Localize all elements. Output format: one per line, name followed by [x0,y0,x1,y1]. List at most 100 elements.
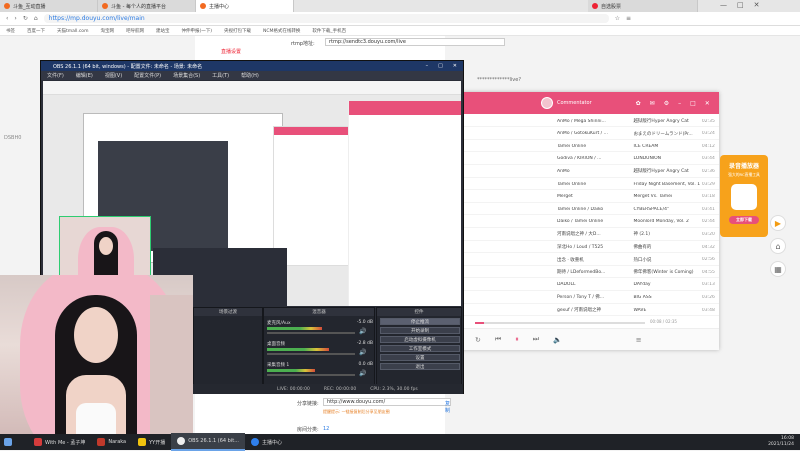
progress-track[interactable] [475,322,645,324]
volume-icon[interactable]: 🔈 [553,336,562,344]
track-row[interactable]: Person / Tony T / 佛... BIG ASS 03:26 [445,292,719,304]
next-icon[interactable]: ⏭ [533,335,539,344]
live-settings-link[interactable]: 直播设置 [221,48,241,55]
track-row[interactable]: 河南说唱之神 / 大D... 神 (2.1) 03:20 [445,229,719,241]
menu-icon[interactable]: ≡ [626,15,631,22]
speaker-icon[interactable]: 🔊 [359,328,366,335]
browser-tab-1[interactable]: 斗鱼_互动直播 [0,0,98,12]
menu-view[interactable]: 视图(V) [105,72,122,79]
side-code: DSBH0 [4,135,22,141]
track-row[interactable]: Tamei Online / Daiko CYBERSPACE/4" 03:41 [445,204,719,216]
track-row[interactable]: gexuf / 河南说唱之神 WAVE 03:48 [445,305,719,317]
track-row[interactable]: Tamei Online ICE CREAM 04:12 [445,141,719,153]
back-icon[interactable]: ‹ [6,15,8,22]
track-time: 03:20 [701,231,715,237]
track-artist: Tamei Online / Daiko [557,206,604,212]
settings-button[interactable]: 设置 [380,354,460,361]
bookmark-item[interactable]: 百度一下 [27,28,45,34]
refresh-icon[interactable]: ↻ [23,15,28,22]
url-input[interactable]: https://mp.douyu.com/live/main [43,14,609,23]
speaker-icon[interactable]: 🔊 [359,370,366,377]
track-row[interactable]: AnMo / GotokuKurt / ... おまえのドリームランド(Pr...… [445,129,719,140]
home-side-icon[interactable]: ⌂ [770,238,786,254]
track-row[interactable]: AnMo 越狱版行Hyper Angry Cat 02:36 [445,166,719,178]
track-row[interactable]: 出念 · 收重机 热口小说 02:56 [445,255,719,266]
maximize-icon[interactable]: □ [737,1,744,9]
ad-download-button[interactable]: 立即下载 [729,216,759,224]
minimize-icon[interactable]: — [720,1,727,9]
bookmark-item[interactable]: 天猫tmall.com [57,28,88,34]
bookmark-item[interactable]: 吧导航网 [126,28,144,34]
background-wall [150,295,193,450]
channel-level-meter [267,369,316,372]
system-clock[interactable]: 16:08 2021/11/24 [768,436,794,448]
copy-link[interactable]: 复制 [445,400,450,414]
star-icon[interactable]: ☆ [615,15,620,22]
settings-icon[interactable]: ⚙ [664,100,669,107]
maximize-icon[interactable]: □ [438,63,443,69]
close-icon[interactable]: ✕ [453,63,457,69]
menu-file[interactable]: 文件(F) [47,72,64,79]
menu-scene-collection[interactable]: 场景集合(S) [173,72,200,79]
channel-volume-slider[interactable] [267,374,355,376]
track-row[interactable]: Daiko / Tamei Online Moonlord Monday, Vol… [445,217,719,228]
home-icon[interactable]: ⌂ [34,15,38,22]
share-input[interactable]: http://www.douyu.com/ [323,398,451,406]
taskbar-item-naraka[interactable]: Naraka [91,434,132,450]
taskbar-item-music[interactable]: With Me - 孟子坤 [28,434,91,450]
minimize-icon[interactable]: – [426,63,429,69]
track-row[interactable]: Godiva / KIRION / ... LONDUNION 03:44 [445,154,719,165]
track-artist: 河南说唱之神 / 大D... [557,232,601,238]
app-side-icon[interactable]: ▦ [770,261,786,277]
bookmark-item[interactable]: 书签 [6,28,15,34]
track-row[interactable]: 期待 / LDeformedBo... 佛年佛客(Winter is Coming… [445,267,719,279]
bookmark-item[interactable]: 软件下载_手机百 [312,28,346,34]
exit-button[interactable]: 退出 [380,363,460,370]
obs-preview[interactable] [43,81,461,306]
menu-tools[interactable]: 工具(T) [212,72,229,79]
bookmark-item[interactable]: 淘宝网 [100,28,114,34]
skin-icon[interactable]: ✿ [636,100,641,107]
browser-tab-2[interactable]: 斗鱼 - 每个人的直播平台 [98,0,196,12]
menu-edit[interactable]: 编辑(E) [76,72,93,79]
close-icon[interactable]: ✕ [705,100,710,107]
maximize-icon[interactable]: □ [690,100,696,107]
channel-volume-slider[interactable] [267,332,355,334]
virtual-camera-button[interactable]: 启动虚拟摄像机 [380,336,460,343]
browser-tab-4[interactable]: 自选股票 [588,0,698,12]
menu-profile[interactable]: 配置文件(P) [134,72,161,79]
track-row[interactable]: 深北Ho / Loud / T525 佛曲有的 04:32 [445,242,719,254]
track-row[interactable]: Merget Merget Vs. Tamei 03:18 [445,192,719,203]
stop-streaming-button[interactable]: 停止推流 [380,318,460,325]
start-icon[interactable] [0,434,22,450]
ad-banner[interactable]: 录音播放器 强大的RC直播工具 立即下载 [720,155,768,237]
taskbar-item-obs[interactable]: OBS 26.1.1 (64 bit... [171,433,245,451]
prev-icon[interactable]: ⏮ [495,335,501,344]
track-row[interactable]: AnMo / Mega Shinni... 越狱版行Hyper Angry Cat… [445,116,719,128]
pause-icon[interactable]: ⏸ [515,335,519,344]
menu-help[interactable]: 帮助(H) [241,72,259,79]
mail-icon[interactable]: ✉ [650,100,655,107]
channel-volume-slider[interactable] [267,353,355,355]
taskbar-item-browser[interactable]: 主播中心 [245,434,288,450]
bookmark-item[interactable]: 建站宝 [156,28,170,34]
close-icon[interactable]: ✕ [754,1,760,9]
start-recording-button[interactable]: 开始录制 [380,327,460,334]
taskbar-item-yy[interactable]: YY开播 [132,434,171,450]
studio-mode-button[interactable]: 工作室模式 [380,345,460,352]
track-row[interactable]: Tamei Online Friday Night Basement, Vol. … [445,179,719,191]
forward-icon[interactable]: › [14,15,16,22]
bookmark-item[interactable]: NCM格式在线转换 [263,28,300,34]
minimize-icon[interactable]: – [678,100,681,107]
speaker-icon[interactable]: 🔊 [359,349,366,356]
play-side-icon[interactable]: ▶ [770,215,786,231]
browser-tab-3[interactable]: 主播中心 [196,0,294,12]
bookmark-item[interactable]: 央视打包下载 [224,28,251,34]
lyrics-icon[interactable]: ≡ [636,336,642,344]
rec-time: REC: 00:00:00 [323,386,357,392]
avatar[interactable] [541,97,553,109]
repeat-icon[interactable]: ↻ [475,336,481,344]
track-row[interactable]: DADOLL DAYday 03:13 [445,280,719,291]
bookmark-item[interactable]: 仲伸申报(一下) [181,28,212,34]
rtmp-input[interactable]: rtmp://sendtc3.douyu.com/live [325,38,505,46]
